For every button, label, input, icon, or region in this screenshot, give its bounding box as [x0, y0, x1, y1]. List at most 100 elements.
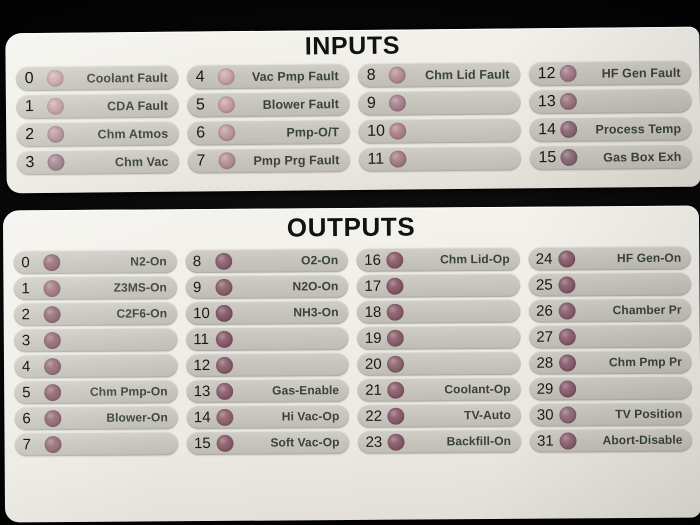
row-label [406, 130, 521, 131]
inputs-row-14[interactable]: 14 Process Temp [529, 115, 693, 143]
row-number: 11 [193, 330, 209, 348]
inputs-row-3[interactable]: 3 Chm Vac [16, 148, 180, 176]
inputs-row-2[interactable]: 2 Chm Atmos [16, 120, 180, 148]
outputs-row-24[interactable]: 24 HF Gen-On [527, 245, 692, 271]
outputs-row-29[interactable]: 29 [528, 375, 693, 401]
status-led-icon [43, 331, 61, 349]
row-number: 20 [364, 355, 382, 373]
outputs-row-21[interactable]: 21 Coolant-Op [357, 376, 521, 402]
status-led-icon [47, 125, 65, 143]
outputs-column-2: 16 Chm Lid-Op 17 18 19 20 21 Coolant-Op 22 TV-Aut… [356, 246, 522, 454]
row-number: 18 [364, 303, 382, 321]
row-number: 28 [536, 354, 554, 372]
row-label: Chm Lid-Op [440, 251, 510, 267]
outputs-row-8[interactable]: 8 O2-On [184, 248, 349, 274]
inputs-row-12[interactable]: 12 HF Gen Fault [528, 59, 692, 87]
row-label: CDA Fault [107, 98, 169, 113]
outputs-row-13[interactable]: 13 Gas-Enable [185, 378, 350, 404]
outputs-row-27[interactable]: 27 [528, 323, 692, 349]
outputs-row-22[interactable]: 22 TV-Auto [357, 402, 521, 428]
outputs-row-30[interactable]: 30 TV Position [528, 401, 693, 427]
inputs-row-11[interactable]: 11 [358, 145, 522, 172]
outputs-row-23[interactable]: 23 Backfill-On [357, 428, 522, 454]
outputs-row-6[interactable]: 6 Blower-On [14, 405, 178, 431]
outputs-row-0[interactable]: 0 N2-On [13, 249, 177, 275]
row-label: N2O-On [292, 279, 339, 294]
status-led-icon [559, 64, 577, 83]
row-label [233, 364, 349, 365]
status-led-icon [43, 305, 61, 323]
inputs-column-3: 12 HF Gen Fault 13 14 Process Temp 15 Gas Box … [528, 59, 693, 171]
outputs-row-28[interactable]: 28 Chm Pmp Pr [528, 349, 693, 375]
status-led-icon [560, 148, 578, 167]
row-number: 14 [538, 120, 557, 138]
outputs-row-9[interactable]: 9 N2O-On [184, 274, 349, 300]
row-number: 29 [536, 380, 554, 398]
row-number: 3 [25, 153, 35, 171]
inputs-row-5[interactable]: 5 Blower Fault [186, 91, 351, 118]
status-led-icon [387, 433, 405, 451]
row-number: 9 [192, 278, 202, 296]
inputs-column-2: 8 Chm Lid Fault 9 10 11 [357, 61, 522, 172]
inputs-row-1[interactable]: 1 CDA Fault [15, 92, 180, 120]
row-label: Chm Lid Fault [424, 66, 510, 82]
status-led-icon [215, 434, 234, 452]
outputs-row-31[interactable]: 31 Abort-Disable [528, 427, 693, 453]
outputs-row-20[interactable]: 20 [356, 350, 521, 376]
row-number: 7 [196, 151, 206, 170]
row-label: Hi Vac-Op [281, 409, 340, 424]
row-label [404, 363, 520, 364]
inputs-row-7[interactable]: 7 Pmp Prg Fault [187, 147, 351, 174]
inputs-row-4[interactable]: 4 Vac Pmp Fault [186, 63, 350, 90]
outputs-row-10[interactable]: 10 NH3-On [185, 300, 349, 326]
status-led-icon [387, 407, 405, 425]
status-led-icon [558, 379, 576, 398]
row-label: Abort-Disable [602, 432, 683, 448]
row-label [404, 337, 520, 338]
row-number: 9 [366, 94, 376, 112]
row-label: Blower Fault [262, 96, 340, 112]
inputs-row-6[interactable]: 6 Pmp-O/T [187, 119, 351, 146]
status-led-icon [214, 252, 232, 270]
outputs-row-19[interactable]: 19 [356, 324, 521, 350]
row-number: 6 [22, 409, 31, 427]
outputs-row-2[interactable]: 2 C2F6-On [13, 301, 178, 327]
row-number: 13 [537, 92, 556, 110]
outputs-row-12[interactable]: 12 [185, 352, 350, 378]
row-label [404, 311, 520, 312]
status-led-icon [47, 153, 65, 171]
row-number: 22 [365, 407, 383, 425]
row-label [61, 365, 177, 366]
row-number: 4 [21, 357, 31, 375]
inputs-row-9[interactable]: 9 [357, 89, 522, 116]
inputs-row-13[interactable]: 13 [528, 87, 693, 115]
status-led-icon [557, 275, 576, 294]
outputs-row-17[interactable]: 17 [356, 272, 521, 298]
row-number: 1 [24, 97, 34, 115]
outputs-row-1[interactable]: 1 Z3MS-On [13, 275, 178, 301]
inputs-row-0[interactable]: 0 Coolant Fault [15, 64, 179, 92]
row-number: 0 [21, 253, 30, 271]
outputs-column-0: 0 N2-On 1 Z3MS-On 2 C2F6-On 3 4 5 Chm Pmp-On 6 Blow… [13, 249, 179, 457]
status-led-icon [217, 96, 236, 114]
outputs-row-4[interactable]: 4 [13, 353, 178, 379]
status-led-icon [558, 405, 576, 424]
outputs-row-15[interactable]: 15 Soft Vac-Op [185, 430, 350, 456]
outputs-panel: OUTPUTS 0 N2-On 1 Z3MS-On 2 C2F6-On 3 4 5 Chm Pmp… [2, 205, 700, 523]
inputs-row-10[interactable]: 10 [358, 117, 522, 144]
status-led-icon [44, 435, 62, 453]
outputs-row-26[interactable]: 26 Chamber Pr [528, 297, 692, 323]
inputs-row-8[interactable]: 8 Chm Lid Fault [357, 61, 521, 88]
control-panel-photo: INPUTS 0 Coolant Fault 1 CDA Fault 2 Chm Atmo… [0, 0, 700, 525]
inputs-row-grid: 0 Coolant Fault 1 CDA Fault 2 Chm Atmos 3 Chm V… [15, 59, 693, 176]
outputs-row-14[interactable]: 14 Hi Vac-Op [185, 404, 350, 430]
outputs-row-18[interactable]: 18 [356, 298, 521, 324]
outputs-row-25[interactable]: 25 [527, 271, 692, 297]
outputs-row-11[interactable]: 11 [185, 326, 349, 352]
outputs-row-7[interactable]: 7 [14, 431, 179, 457]
row-number: 15 [193, 434, 211, 452]
outputs-row-16[interactable]: 16 Chm Lid-Op [356, 246, 520, 272]
inputs-row-15[interactable]: 15 Gas Box Exh [529, 143, 693, 171]
outputs-row-5[interactable]: 5 Chm Pmp-On [14, 379, 178, 405]
outputs-row-3[interactable]: 3 [13, 327, 178, 353]
